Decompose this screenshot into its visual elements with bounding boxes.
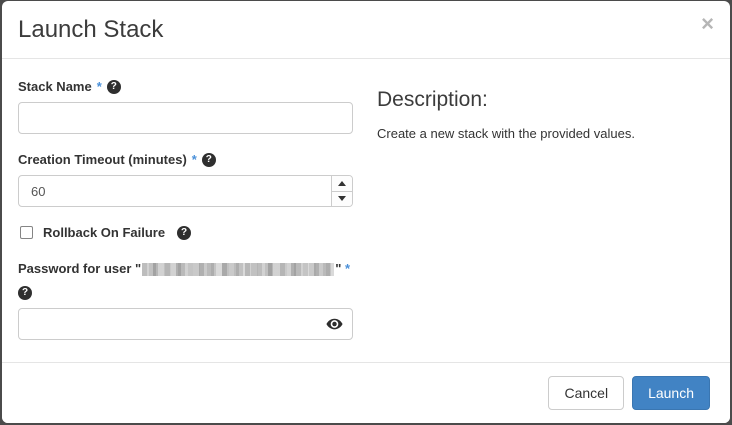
creation-timeout-input-wrap (18, 175, 353, 207)
form-column: Stack Name * ? Creation Timeout (minutes… (18, 79, 353, 362)
password-label-suffix: " (335, 261, 341, 276)
triangle-up-icon (338, 181, 346, 186)
description-column: Description: Create a new stack with the… (353, 79, 710, 362)
modal-backdrop: { "modal": { "title": "Launch Stack", "c… (0, 0, 732, 425)
spinner-down-button[interactable] (332, 191, 352, 207)
rollback-row: Rollback On Failure ? (20, 225, 353, 240)
rollback-label[interactable]: Rollback On Failure (43, 225, 165, 240)
password-field: Password for user " " * ? (18, 261, 353, 340)
description-text: Create a new stack with the provided val… (377, 125, 710, 143)
creation-timeout-label: Creation Timeout (minutes) * ? (18, 152, 353, 168)
stack-name-field: Stack Name * ? (18, 79, 353, 134)
password-label: Password for user " " * (18, 261, 353, 277)
close-icon[interactable]: × (699, 11, 716, 37)
launch-stack-modal: Launch Stack × Stack Name * ? Creation T… (2, 1, 730, 423)
description-heading: Description: (377, 87, 710, 113)
launch-button[interactable]: Launch (632, 376, 710, 410)
stack-name-input[interactable] (18, 102, 353, 134)
stack-name-label: Stack Name * ? (18, 79, 353, 95)
spinner-up-button[interactable] (332, 176, 352, 191)
rollback-checkbox[interactable] (20, 226, 33, 239)
password-input[interactable] (18, 308, 353, 340)
help-icon[interactable]: ? (18, 286, 32, 300)
creation-timeout-label-text: Creation Timeout (minutes) (18, 152, 187, 168)
creation-timeout-input[interactable] (18, 175, 353, 207)
stack-name-label-text: Stack Name (18, 79, 92, 95)
number-spinner (331, 176, 352, 206)
modal-footer: Cancel Launch (2, 362, 730, 423)
triangle-down-icon (338, 196, 346, 201)
password-help-line: ? (18, 282, 353, 300)
redacted-username (142, 263, 334, 276)
modal-header: Launch Stack × (2, 1, 730, 59)
required-asterisk: * (345, 261, 350, 276)
required-asterisk: * (97, 79, 102, 95)
help-icon[interactable]: ? (107, 80, 121, 94)
password-label-prefix: Password for user " (18, 261, 141, 276)
help-icon[interactable]: ? (202, 153, 216, 167)
modal-body: Stack Name * ? Creation Timeout (minutes… (2, 59, 730, 362)
cancel-button[interactable]: Cancel (548, 376, 624, 410)
reveal-password-button[interactable] (326, 318, 343, 330)
creation-timeout-field: Creation Timeout (minutes) * ? (18, 152, 353, 207)
help-icon[interactable]: ? (177, 226, 191, 240)
eye-icon (326, 318, 343, 330)
required-asterisk: * (192, 152, 197, 168)
modal-title: Launch Stack (18, 16, 714, 44)
password-input-wrap (18, 308, 353, 340)
